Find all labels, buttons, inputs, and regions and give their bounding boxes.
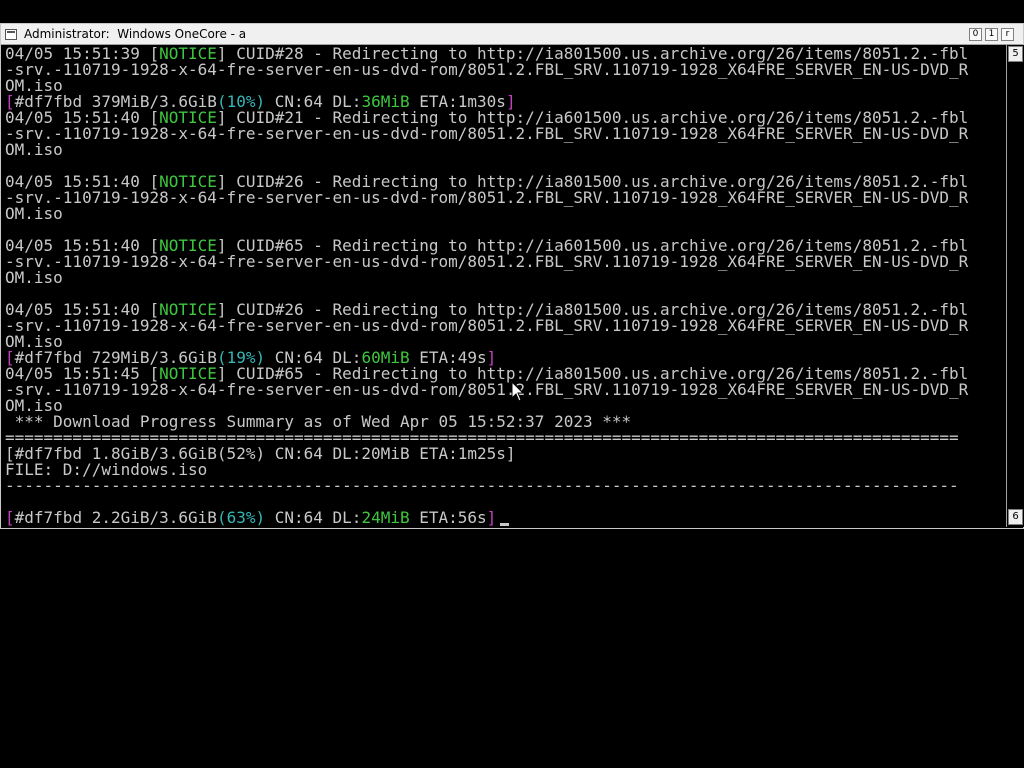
close-button[interactable]: r: [1001, 28, 1014, 41]
download-percent: (63%): [216, 508, 266, 526]
log-line: -srv.-110719-1928-x-64-fre-server-en-us-…: [5, 318, 1003, 334]
maximize-button[interactable]: 1: [985, 28, 998, 41]
download-id: #df7fbd: [14, 508, 83, 526]
log-text: -srv.-110719-1928-x-64-fre-server-en-us-…: [5, 316, 969, 335]
terminal-output[interactable]: 04/05 15:51:39 [NOTICE] CUID#28 - Redire…: [5, 46, 1003, 526]
console-app-icon[interactable]: [5, 29, 17, 40]
minimize-button[interactable]: 0: [969, 28, 982, 41]
vertical-scrollbar[interactable]: 5 6: [1006, 45, 1024, 527]
log-line: -srv.-110719-1928-x-64-fre-server-en-us-…: [5, 190, 1003, 206]
eta-label: ETA:56s: [409, 508, 487, 526]
log-text: OM.iso: [5, 140, 63, 159]
log-text: OM.iso: [5, 268, 63, 287]
progress-line: [#df7fbd 2.2GiB/3.6GiB(63%) CN:64 DL:24M…: [5, 510, 1003, 526]
connections-label: CN:64 DL:: [265, 508, 362, 526]
log-text: ----------------------------------------…: [5, 476, 959, 495]
log-line: -srv.-110719-1928-x-64-fre-server-en-us-…: [5, 254, 1003, 270]
log-line: -srv.-110719-1928-x-64-fre-server-en-us-…: [5, 382, 1003, 398]
mouse-pointer-icon: [511, 381, 525, 402]
log-line: ----------------------------------------…: [5, 478, 1003, 494]
log-text: -srv.-110719-1928-x-64-fre-server-en-us-…: [5, 380, 969, 399]
download-size: 2.2GiB/3.6GiB: [82, 508, 217, 526]
log-text: OM.iso: [5, 204, 63, 223]
log-line: OM.iso: [5, 270, 1003, 286]
log-line: OM.iso: [5, 206, 1003, 222]
window-title: Administrator: Windows OneCore - a: [24, 27, 247, 41]
text-cursor: [500, 523, 510, 526]
log-text: -srv.-110719-1928-x-64-fre-server-en-us-…: [5, 124, 969, 143]
progress-bracket-close: ]: [486, 508, 497, 526]
log-text: -srv.-110719-1928-x-64-fre-server-en-us-…: [5, 60, 969, 79]
scroll-down-button[interactable]: 6: [1008, 509, 1023, 525]
title-bar[interactable]: Administrator: Windows OneCore - a 0 1 r: [1, 24, 1023, 45]
console-window[interactable]: Administrator: Windows OneCore - a 0 1 r…: [0, 23, 1024, 529]
log-text: -srv.-110719-1928-x-64-fre-server-en-us-…: [5, 188, 969, 207]
log-line: -srv.-110719-1928-x-64-fre-server-en-us-…: [5, 126, 1003, 142]
log-line: -srv.-110719-1928-x-64-fre-server-en-us-…: [5, 62, 1003, 78]
progress-bracket-open: [: [5, 508, 15, 526]
log-text: -srv.-110719-1928-x-64-fre-server-en-us-…: [5, 252, 969, 271]
log-line: OM.iso: [5, 142, 1003, 158]
scroll-up-button[interactable]: 5: [1008, 46, 1023, 62]
download-speed: 24MiB: [361, 508, 410, 526]
